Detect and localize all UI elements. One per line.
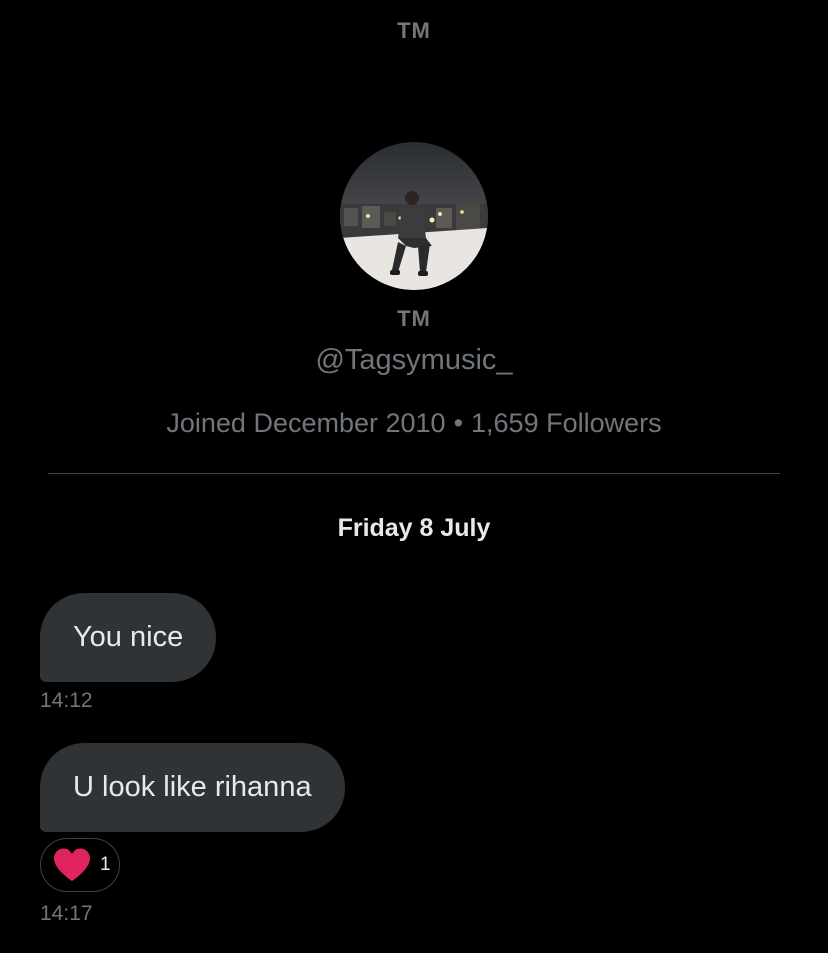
message-timestamp: 14:12 — [40, 689, 93, 712]
message-bubble[interactable]: U look like rihanna — [40, 743, 345, 832]
avatar-photo — [340, 142, 488, 290]
profile-display-name: TM — [397, 306, 431, 331]
conversation-title: TM — [397, 18, 431, 43]
message-bubble[interactable]: You nice — [40, 593, 217, 682]
meta-separator: • — [453, 408, 464, 438]
reaction-count: 1 — [100, 854, 111, 875]
heart-icon — [54, 848, 90, 881]
profile-meta: Joined December 2010 • 1,659 Followers — [0, 408, 828, 439]
reaction-badge[interactable]: 1 — [40, 838, 120, 892]
date-separator: Friday 8 July — [337, 514, 491, 542]
joined-date: Joined December 2010 — [166, 408, 446, 438]
profile-handle[interactable]: @Tagsymusic_ — [0, 344, 828, 377]
message-timestamp: 14:17 — [40, 902, 93, 925]
divider — [48, 473, 780, 474]
profile-avatar[interactable] — [340, 142, 488, 290]
followers-count[interactable]: 1,659 Followers — [471, 408, 662, 438]
